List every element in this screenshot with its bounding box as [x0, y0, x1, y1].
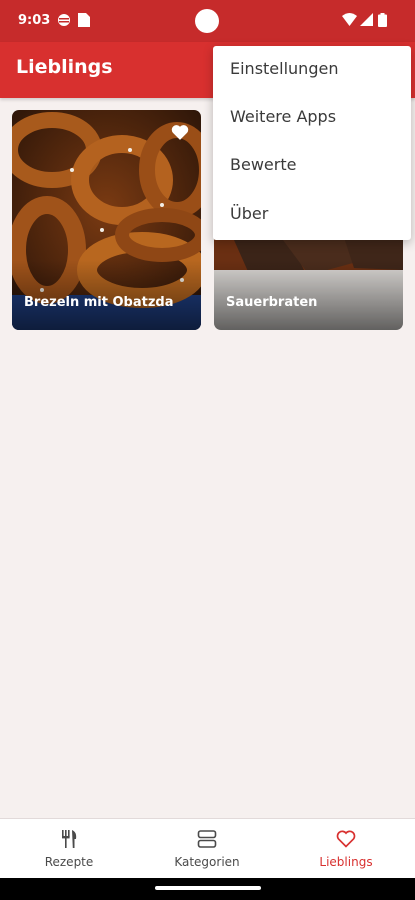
cell-signal-icon	[360, 13, 373, 26]
menu-item-more-apps[interactable]: Weitere Apps	[213, 94, 411, 142]
card-title: Sauerbraten	[226, 295, 318, 310]
menu-item-label: Weitere Apps	[230, 107, 337, 126]
nav-tab-favorites[interactable]: Lieblings	[277, 819, 415, 879]
menu-item-about[interactable]: Über	[213, 191, 411, 239]
wifi-icon	[342, 13, 357, 26]
gesture-bar	[0, 878, 415, 900]
battery-icon	[378, 13, 387, 27]
heart-outline-icon	[336, 830, 356, 848]
nav-label: Rezepte	[44, 855, 94, 869]
menu-item-label: Bewerte	[230, 155, 297, 174]
card-title: Brezeln mit Obatzda	[24, 295, 174, 310]
globe-icon	[58, 14, 70, 26]
category-icon	[197, 830, 217, 848]
bottom-navigation: Rezepte Kategorien Lieblings	[0, 818, 415, 879]
menu-item-label: Über	[230, 204, 269, 223]
nav-tab-categories[interactable]: Kategorien	[138, 819, 276, 879]
nav-label: Kategorien	[174, 855, 240, 869]
heart-filled-icon[interactable]	[171, 124, 189, 140]
overflow-menu: Einstellungen Weitere Apps Bewerte Über	[213, 46, 411, 240]
status-time: 9:03	[18, 13, 51, 28]
menu-item-settings[interactable]: Einstellungen	[213, 46, 411, 94]
front-camera	[195, 9, 219, 33]
home-gesture-handle[interactable]	[155, 886, 261, 890]
nav-tab-recipes[interactable]: Rezepte	[0, 819, 138, 879]
menu-item-label: Einstellungen	[230, 59, 339, 78]
sim-card-icon	[78, 13, 90, 27]
fork-knife-icon	[62, 830, 77, 848]
nav-label: Lieblings	[319, 855, 373, 869]
page-title: Lieblings	[16, 56, 113, 78]
menu-item-rate[interactable]: Bewerte	[213, 142, 411, 190]
recipe-card-brezeln[interactable]: Brezeln mit Obatzda	[12, 110, 201, 330]
